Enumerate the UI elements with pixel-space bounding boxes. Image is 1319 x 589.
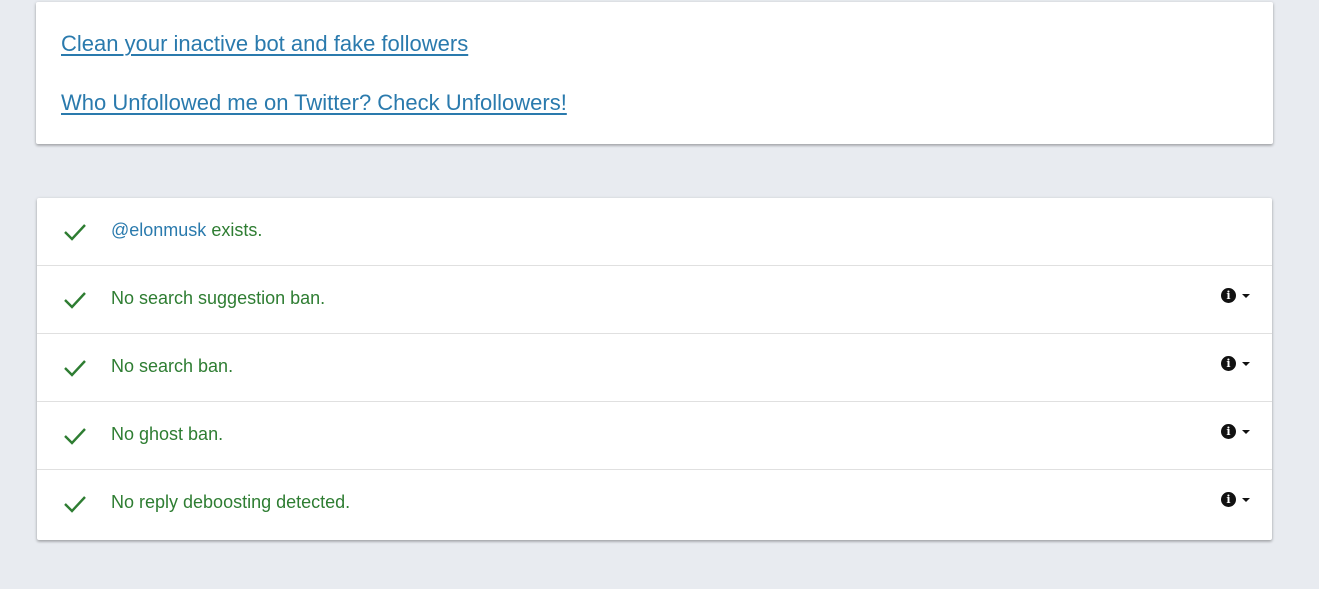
- check-icon: [64, 428, 86, 445]
- promo-links-card: Clean your inactive bot and fake followe…: [36, 2, 1273, 144]
- result-row-search-ban: No search ban. i: [37, 334, 1272, 402]
- check-icon: [64, 292, 86, 309]
- unfollowers-link[interactable]: Who Unfollowed me on Twitter? Check Unfo…: [61, 90, 567, 116]
- result-row-ghost-ban: No ghost ban. i: [37, 402, 1272, 470]
- result-text-suffix: exists.: [206, 220, 263, 240]
- result-text: No ghost ban.: [111, 424, 224, 444]
- result-text: No search suggestion ban.: [111, 288, 326, 308]
- result-text: No search ban.: [111, 356, 234, 376]
- result-row-exists: @elonmusk exists.: [37, 198, 1272, 266]
- check-icon: [64, 360, 86, 377]
- info-toggle[interactable]: i: [1221, 356, 1250, 371]
- info-toggle[interactable]: i: [1221, 492, 1250, 507]
- result-row-search-suggestion-ban: No search suggestion ban. i: [37, 266, 1272, 334]
- result-row-reply-deboosting: No reply deboosting detected. i: [37, 470, 1272, 540]
- info-icon: i: [1221, 424, 1236, 439]
- caret-down-icon: [1242, 293, 1250, 298]
- username-link[interactable]: @elonmusk: [111, 220, 206, 240]
- info-icon: i: [1221, 356, 1236, 371]
- caret-down-icon: [1242, 429, 1250, 434]
- caret-down-icon: [1242, 497, 1250, 502]
- info-icon: i: [1221, 288, 1236, 303]
- check-icon: [64, 224, 86, 241]
- result-text: No reply deboosting detected.: [111, 492, 351, 512]
- caret-down-icon: [1242, 361, 1250, 366]
- info-toggle[interactable]: i: [1221, 424, 1250, 439]
- check-icon: [64, 496, 86, 513]
- info-icon: i: [1221, 492, 1236, 507]
- info-toggle[interactable]: i: [1221, 288, 1250, 303]
- result-text: @elonmusk exists.: [111, 220, 262, 241]
- shadowban-results-card: @elonmusk exists. No search suggestion b…: [37, 198, 1272, 540]
- clean-followers-link[interactable]: Clean your inactive bot and fake followe…: [61, 31, 468, 57]
